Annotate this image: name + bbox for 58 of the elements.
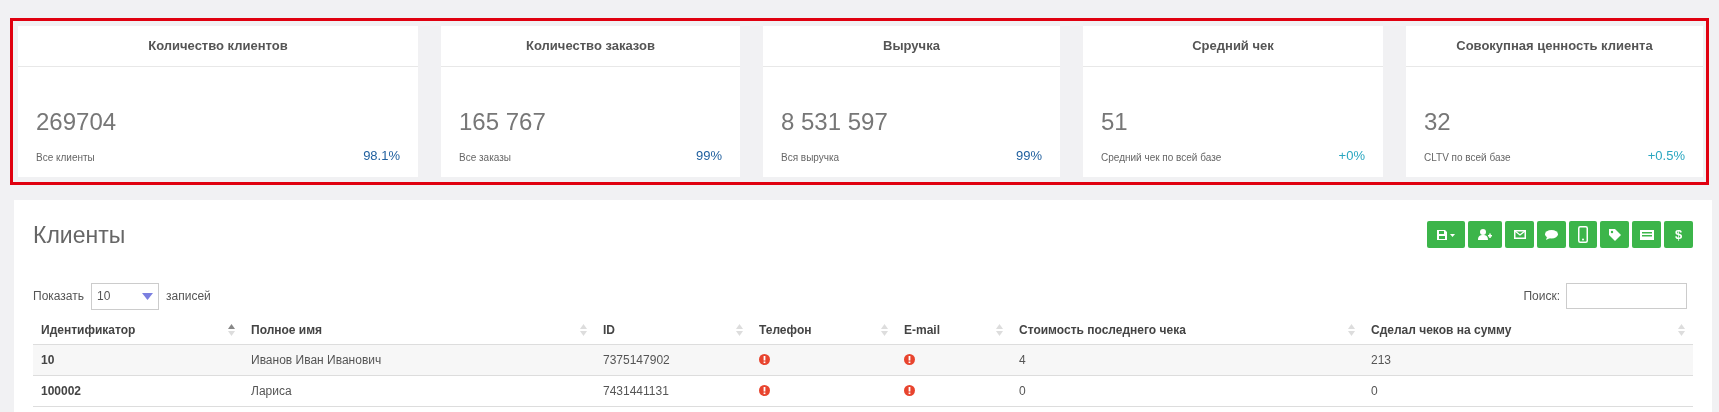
stat-change: +0.5% <box>1647 146 1685 165</box>
stat-change: 99% <box>1015 146 1042 165</box>
table-cell: Лариса <box>243 375 595 406</box>
save-icon <box>1436 229 1456 240</box>
column-header[interactable]: Стоимость последнего чека <box>1011 316 1363 344</box>
table-cell: Иванов Иван Иванович <box>243 344 595 375</box>
table-cell: 100002 <box>33 375 243 406</box>
card-title: Количество клиентов <box>148 37 288 56</box>
column-header[interactable]: ID <box>595 316 751 344</box>
card-title: Средний чек <box>1192 37 1274 56</box>
stat-value: 32 <box>1424 109 1452 134</box>
entries-label: записей <box>166 288 211 305</box>
panel-title: Клиенты <box>33 221 126 250</box>
stat-value: 165 767 <box>459 109 547 134</box>
table-cell: 4 <box>1011 344 1363 375</box>
chat-icon <box>1545 229 1558 240</box>
phone-button[interactable] <box>1569 221 1597 248</box>
mobile-phone-icon <box>1578 226 1588 243</box>
card-title: Совокупная ценность клиента <box>1456 37 1653 56</box>
tag-icon <box>1608 228 1621 241</box>
stat-change: +0% <box>1338 146 1365 165</box>
tag-button[interactable] <box>1600 221 1629 248</box>
stat-caption: CLTV по всей базе <box>1424 151 1511 165</box>
page-size-select[interactable]: 10 <box>91 282 159 310</box>
column-header[interactable]: Полное имя <box>243 316 595 344</box>
column-header[interactable]: Телефон <box>751 316 896 344</box>
column-header[interactable]: Идентификатор <box>33 316 243 344</box>
table-cell: 0 <box>1363 375 1693 406</box>
column-header[interactable]: E-mail <box>896 316 1011 344</box>
chat-button[interactable] <box>1537 221 1566 248</box>
search-label: Поиск: <box>1523 288 1560 305</box>
stat-caption: Все заказы <box>459 151 511 165</box>
stat-change: 98.1% <box>363 146 400 165</box>
search-field[interactable] <box>1566 283 1687 309</box>
stat-caption: Все клиенты <box>36 151 95 165</box>
stat-change: 99% <box>695 146 722 165</box>
stat-value: 8 531 597 <box>781 109 889 134</box>
stat-caption: Вся выручка <box>781 151 840 165</box>
card-title: Выручка <box>883 37 940 56</box>
mail-icon <box>1513 230 1526 239</box>
table-cell: 7375147902 <box>595 344 751 375</box>
card-button[interactable] <box>1632 221 1661 248</box>
table-cell: 7431441131 <box>595 375 751 406</box>
column-header[interactable]: Сделал чеков на сумму <box>1363 316 1693 344</box>
stat-value: 269704 <box>36 109 118 134</box>
id-card-icon <box>1639 229 1654 240</box>
table-cell: 213 <box>1363 344 1693 375</box>
stat-caption: Средний чек по всей базе <box>1101 151 1222 165</box>
table-cell: 10 <box>33 344 243 375</box>
save-button[interactable] <box>1427 221 1465 248</box>
mail-button[interactable] <box>1505 221 1534 248</box>
user-add-icon <box>1478 229 1492 240</box>
stat-value: 51 <box>1101 109 1129 134</box>
card-title: Количество заказов <box>526 37 655 56</box>
user-add-button[interactable] <box>1468 221 1502 248</box>
caret-icon <box>142 292 153 300</box>
show-label: Показать <box>33 288 84 305</box>
table-cell: 0 <box>1011 375 1363 406</box>
